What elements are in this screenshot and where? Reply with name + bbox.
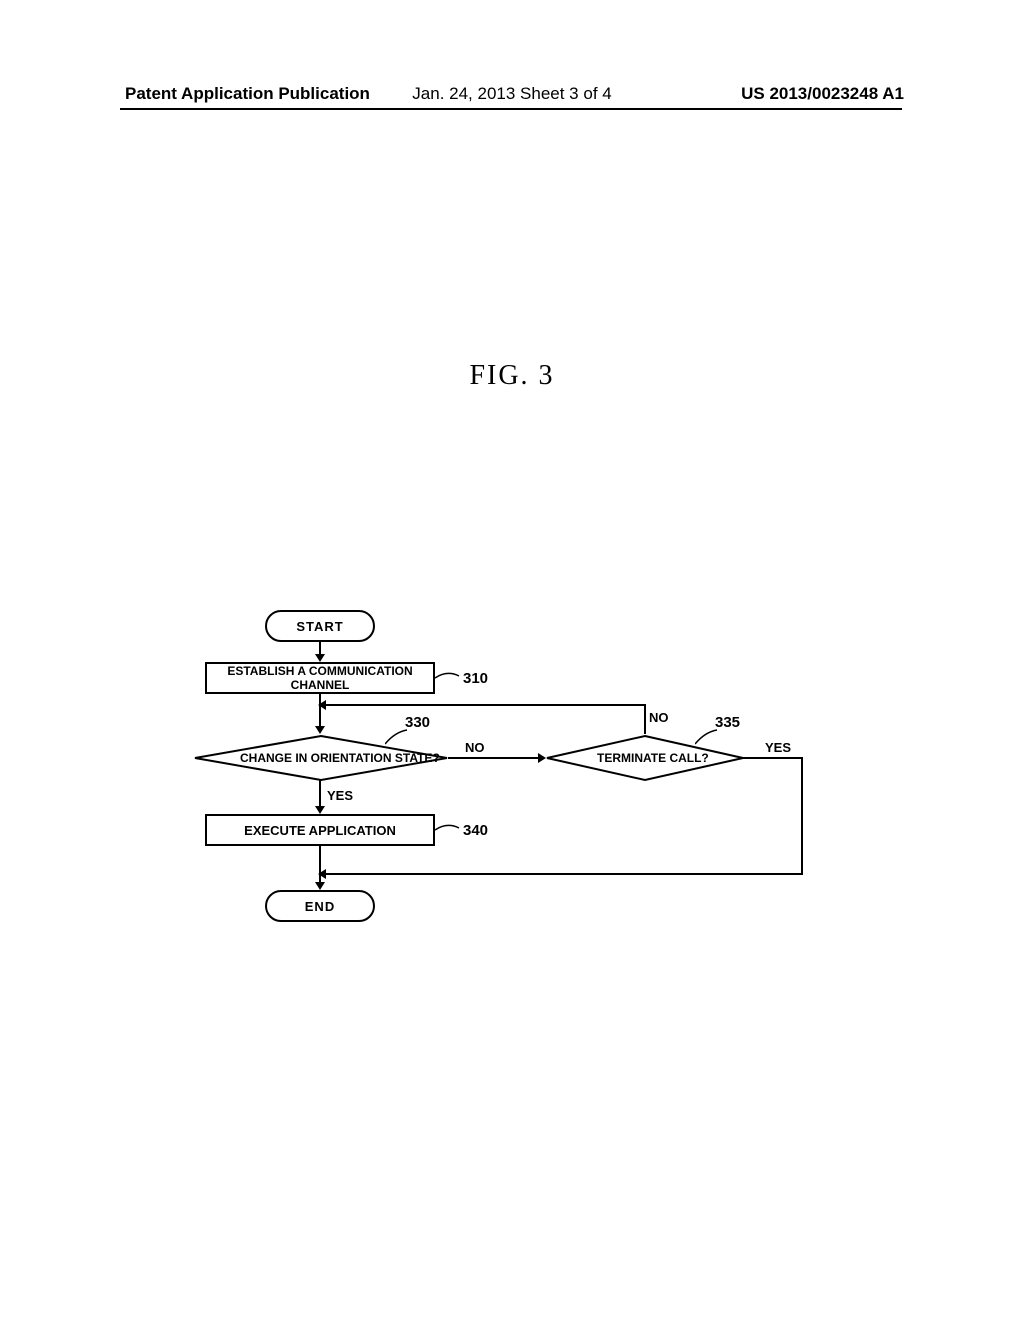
arrow-icon bbox=[315, 654, 325, 662]
branch-335-no: NO bbox=[649, 710, 669, 725]
leader-340 bbox=[435, 820, 463, 840]
ref-340: 340 bbox=[463, 822, 488, 839]
connector bbox=[801, 757, 803, 875]
process-310: ESTABLISH A COMMUNICATION CHANNEL bbox=[205, 662, 435, 694]
ref-310: 310 bbox=[463, 670, 488, 687]
arrow-icon bbox=[315, 882, 325, 890]
branch-330-yes: YES bbox=[327, 788, 353, 803]
connector bbox=[319, 846, 321, 886]
header-date-sheet: Jan. 24, 2013 Sheet 3 of 4 bbox=[412, 84, 611, 104]
process-310-label: ESTABLISH A COMMUNICATION CHANNEL bbox=[207, 664, 433, 692]
connector bbox=[743, 757, 803, 759]
arrow-icon bbox=[315, 726, 325, 734]
page-header: Patent Application Publication Jan. 24, … bbox=[0, 84, 1024, 104]
arrow-icon bbox=[318, 700, 326, 710]
flowchart: START ESTABLISH A COMMUNICATION CHANNEL … bbox=[205, 610, 825, 950]
process-340-label: EXECUTE APPLICATION bbox=[244, 823, 396, 838]
connector bbox=[320, 704, 646, 706]
header-patent-number: US 2013/0023248 A1 bbox=[741, 84, 904, 104]
connector bbox=[448, 757, 542, 759]
header-publication: Patent Application Publication bbox=[125, 84, 370, 104]
leader-330 bbox=[385, 728, 413, 748]
start-terminal: START bbox=[265, 610, 375, 642]
start-label: START bbox=[296, 619, 343, 634]
figure-label: FIG. 3 bbox=[469, 360, 554, 392]
end-label: END bbox=[305, 899, 335, 914]
branch-330-no: NO bbox=[465, 740, 485, 755]
branch-335-yes: YES bbox=[765, 740, 791, 755]
leader-310 bbox=[435, 668, 463, 688]
leader-335 bbox=[695, 728, 723, 748]
decision-335-label: TERMINATE CALL? bbox=[597, 751, 709, 765]
connector bbox=[321, 873, 803, 875]
connector bbox=[644, 704, 646, 734]
end-terminal: END bbox=[265, 890, 375, 922]
arrow-icon bbox=[315, 806, 325, 814]
header-divider bbox=[120, 108, 902, 110]
process-340: EXECUTE APPLICATION bbox=[205, 814, 435, 846]
decision-330-label: CHANGE IN ORIENTATION STATE? bbox=[240, 751, 440, 765]
